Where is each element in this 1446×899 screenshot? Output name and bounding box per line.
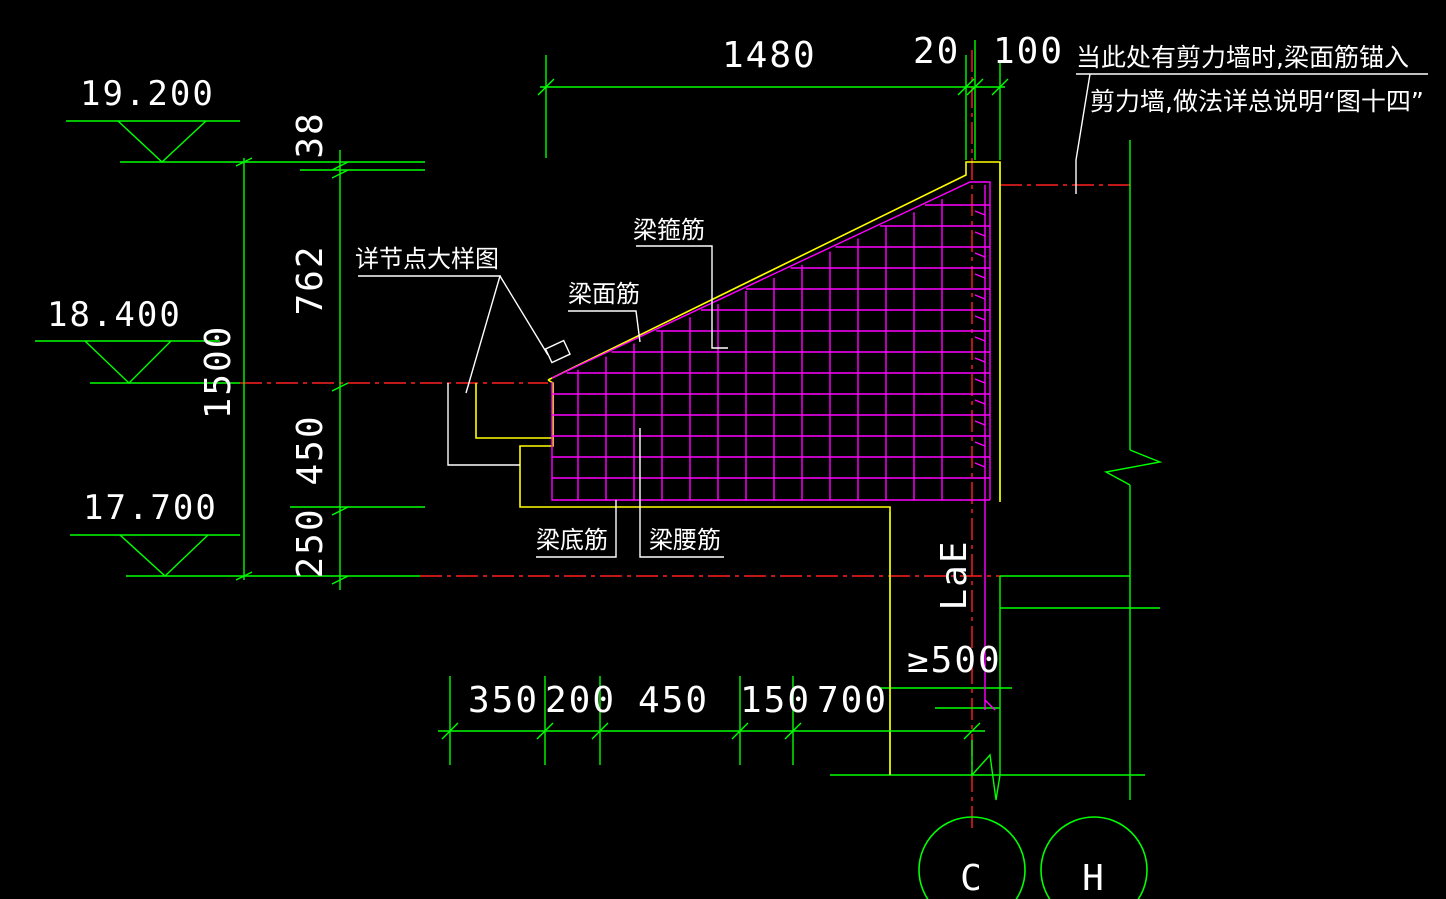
vertical-dimension-chain: 38 762 1500 450 250 (198, 111, 425, 590)
anchorage-labels: LaE ≥500 (907, 539, 1002, 681)
elevation-marker-17700: 17.700 (70, 488, 420, 577)
anchorage-note: 当此处有剪力墙时,梁面筋锚入 剪力墙,做法详总说明“图十四” (1075, 43, 1428, 194)
elevation-text-17700: 17.700 (83, 488, 218, 528)
axis-text-h: H (1082, 858, 1106, 899)
bar-hook (974, 294, 986, 300)
bar-hook (974, 231, 986, 237)
structural-detail-drawing: 19.200 18.400 17.700 38 762 1500 450 250 (35, 31, 1428, 899)
callout-labels: 详节点大样图 梁箍筋 梁面筋 梁底筋 梁腰筋 (355, 216, 728, 558)
bar-hook (974, 462, 986, 468)
dim-text-1480: 1480 (722, 35, 817, 76)
dim-text-350: 350 (468, 680, 539, 721)
bar-hook (974, 336, 986, 342)
axis-bubble-c: C (918, 816, 1026, 899)
top-dimension-chain: 1480 20 100 (537, 31, 1064, 160)
bar-hook (974, 315, 986, 321)
bar-hook (974, 441, 986, 447)
label-waist-bar: 梁腰筋 (649, 526, 721, 554)
dim-text-450: 450 (290, 414, 331, 485)
label-stirrup: 梁箍筋 (633, 216, 705, 244)
waist-bars (552, 204, 990, 479)
dim-text-700: 700 (817, 680, 888, 721)
note-line-1: 当此处有剪力墙时,梁面筋锚入 (1076, 43, 1409, 72)
elevation-marker-19200: 19.200 (66, 74, 425, 163)
note-line-2: 剪力墙,做法详总说明“图十四” (1090, 87, 1424, 116)
elevation-text-18400: 18.400 (47, 295, 182, 335)
label-detail: 详节点大样图 (355, 245, 499, 273)
dim-text-1500: 1500 (198, 325, 239, 420)
bar-hook (974, 420, 986, 426)
elevation-text-19200: 19.200 (80, 74, 215, 114)
dim-text-762: 762 (290, 244, 331, 315)
label-top-bar: 梁面筋 (568, 280, 640, 308)
dim-text-38: 38 (290, 111, 331, 158)
dim-text-200: 200 (545, 680, 616, 721)
label-bottom-bar: 梁底筋 (536, 526, 608, 554)
lae-text: LaE (934, 539, 975, 610)
bottom-dimension-chain: 350 200 450 150 700 (438, 676, 985, 765)
stirrup-grid (577, 199, 943, 500)
dim-text-100: 100 (993, 31, 1064, 72)
dim-text-450-bottom: 450 (638, 680, 709, 721)
axis-bubble-h: H (1040, 816, 1148, 899)
bar-hook (974, 378, 986, 384)
dim-text-250: 250 (290, 507, 331, 578)
bar-hook (974, 399, 986, 405)
bar-hook (974, 273, 986, 279)
bar-hook (974, 210, 986, 216)
min-length-text: ≥500 (907, 640, 1002, 681)
bar-hook (974, 252, 986, 258)
axis-text-c: C (960, 858, 984, 899)
dim-text-20: 20 (913, 31, 960, 72)
bar-hook (974, 357, 986, 363)
rebar-cage (551, 181, 996, 711)
dim-text-150: 150 (740, 680, 811, 721)
note-leader-line (1075, 73, 1091, 194)
